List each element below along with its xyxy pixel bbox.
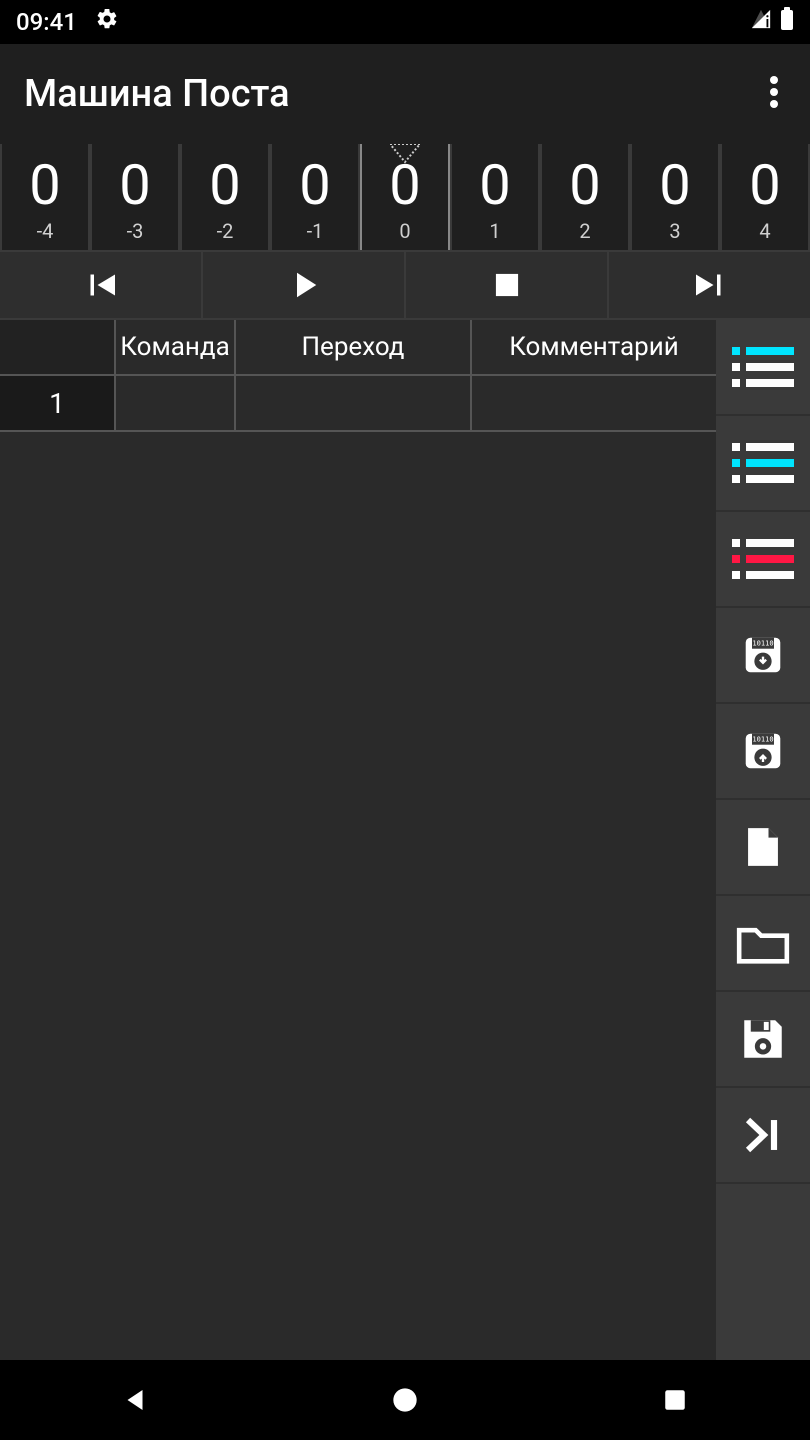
list-add-row-button[interactable] [716,320,810,414]
nav-recent-button[interactable] [625,1370,725,1430]
tape-cell[interactable]: 0-3 [90,144,180,250]
signal-icon [750,8,772,36]
tape-cell[interactable]: 0-1 [270,144,360,250]
stop-button[interactable] [404,252,607,318]
tape[interactable]: 0-4 0-3 0-2 0-1 00 01 02 03 04 [0,144,810,250]
cell-command[interactable] [116,376,236,430]
cell-comment[interactable] [472,376,716,430]
playback-controls [0,250,810,320]
tape-cell[interactable]: 04 [720,144,810,250]
gear-icon [95,7,119,37]
go-last-button[interactable] [716,1088,810,1182]
nav-back-button[interactable] [85,1370,185,1430]
nav-home-button[interactable] [355,1370,455,1430]
app-title: Машина Поста [24,72,290,116]
header-command: Команда [116,320,236,374]
table-row[interactable]: 1 [0,376,716,432]
list-delete-row-button[interactable] [716,512,810,606]
android-status-bar: 09:41 [0,0,810,44]
header-comment: Комментарий [472,320,716,374]
tape-cell[interactable]: 02 [540,144,630,250]
list-icon [732,347,794,387]
forward-button[interactable] [607,252,810,318]
tape-cell[interactable]: 03 [630,144,720,250]
table-header: Команда Переход Комментарий [0,320,716,376]
floppy-icon [732,1017,794,1061]
save-binary-button[interactable]: 10110 [716,704,810,798]
tape-cell[interactable]: 0-4 [0,144,90,250]
side-toolbar: 10110 10110 [716,320,810,1360]
list-icon [732,539,794,579]
file-icon [732,825,794,869]
tape-cell-active[interactable]: 00 [360,144,450,250]
svg-text:10110: 10110 [752,639,773,648]
cell-jump[interactable] [236,376,472,430]
save-file-button[interactable] [716,992,810,1086]
row-number: 1 [0,376,116,430]
caret-icon [390,144,420,164]
status-time: 09:41 [16,8,77,36]
tape-cell[interactable]: 01 [450,144,540,250]
svg-text:10110: 10110 [752,735,773,744]
load-binary-button[interactable]: 10110 [716,608,810,702]
new-file-button[interactable] [716,800,810,894]
program-table: Команда Переход Комментарий 1 [0,320,716,1360]
battery-icon [780,7,794,37]
tape-cell[interactable]: 0-2 [180,144,270,250]
more-vert-icon[interactable] [762,68,786,120]
binary-save-icon: 10110 [732,729,794,773]
play-button[interactable] [201,252,404,318]
skip-end-icon [732,1113,794,1157]
open-folder-button[interactable] [716,896,810,990]
header-jump: Переход [236,320,472,374]
binary-load-icon: 10110 [732,633,794,677]
android-nav-bar [0,1360,810,1440]
folder-icon [732,921,794,965]
list-insert-row-button[interactable] [716,416,810,510]
app-bar: Машина Поста [0,44,810,144]
rewind-button[interactable] [0,252,201,318]
list-icon [732,443,794,483]
